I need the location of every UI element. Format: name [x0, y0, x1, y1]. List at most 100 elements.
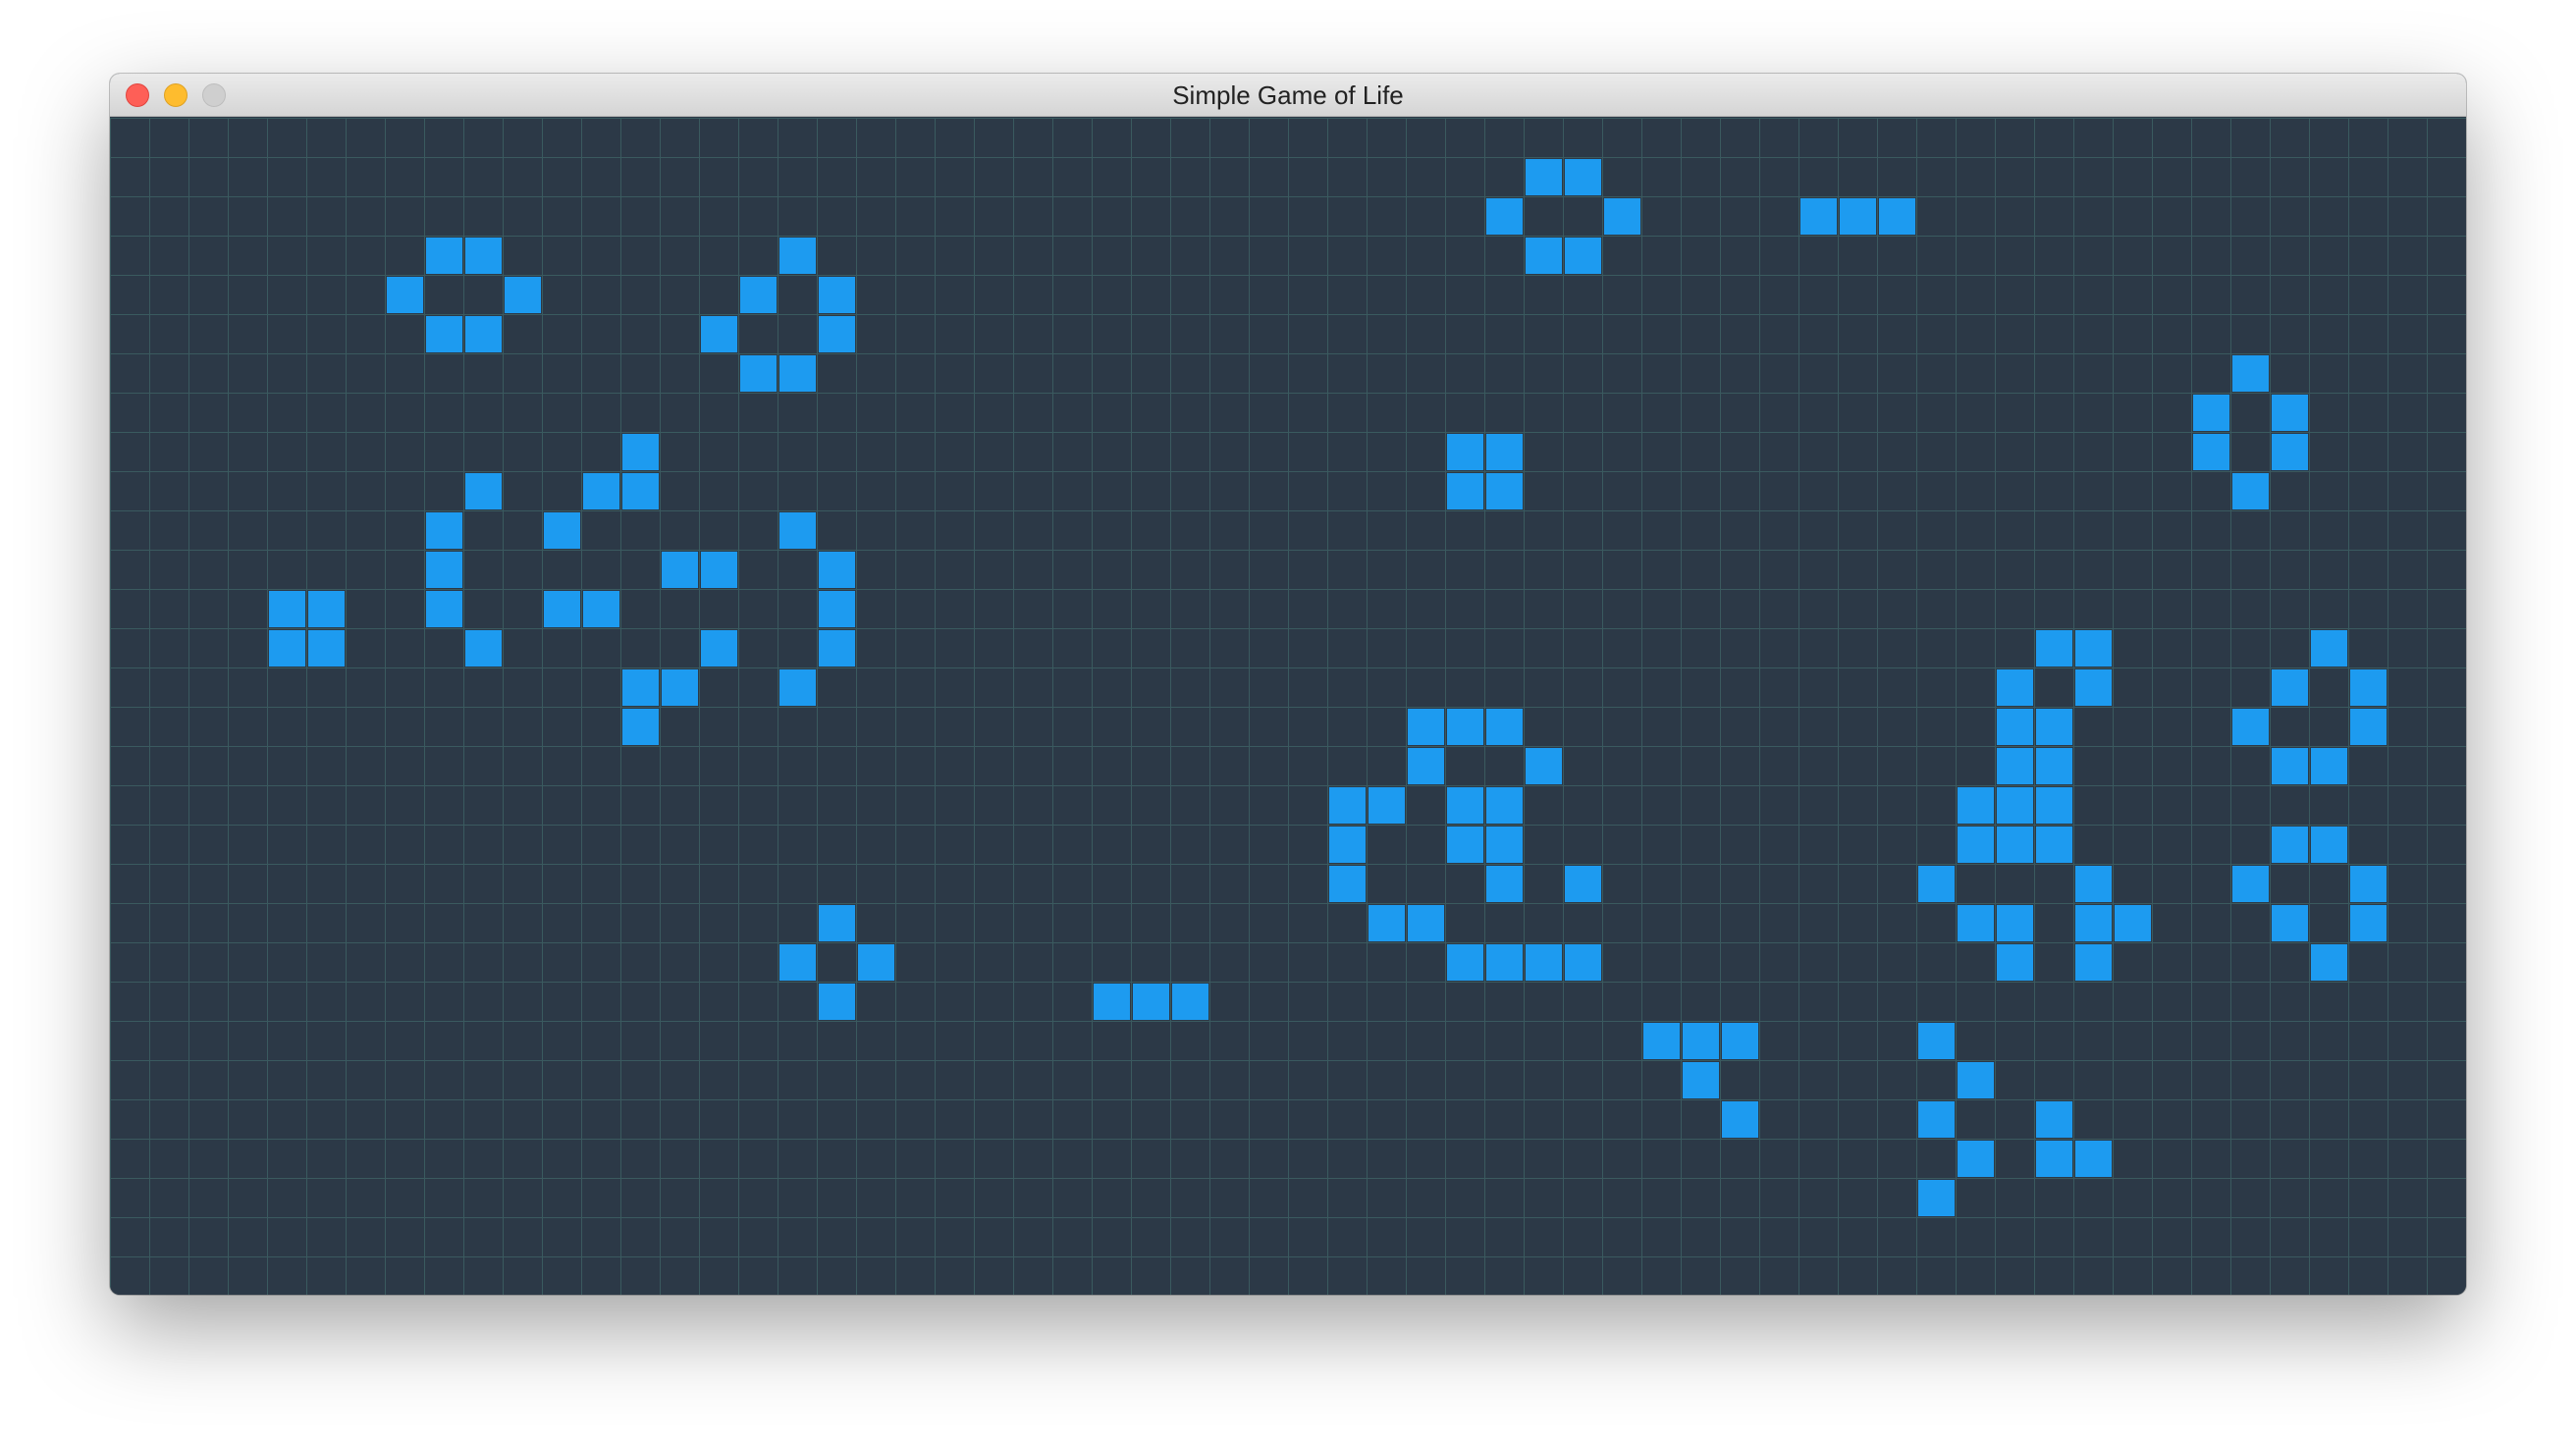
live-cell[interactable]	[2232, 473, 2269, 509]
live-cell[interactable]	[465, 316, 502, 352]
title-bar[interactable]: Simple Game of Life	[110, 74, 2466, 117]
live-cell[interactable]	[544, 591, 580, 627]
live-cell[interactable]	[308, 630, 345, 667]
live-cell[interactable]	[2311, 748, 2347, 784]
live-cell[interactable]	[1368, 905, 1405, 941]
live-cell[interactable]	[2075, 905, 2112, 941]
live-cell[interactable]	[1722, 1023, 1758, 1059]
live-cell[interactable]	[1447, 709, 1483, 745]
live-cell[interactable]	[1368, 787, 1405, 824]
live-cell[interactable]	[2075, 1141, 2112, 1177]
live-cell[interactable]	[701, 316, 737, 352]
live-cell[interactable]	[1997, 905, 2033, 941]
live-cell[interactable]	[2232, 709, 2269, 745]
live-cell[interactable]	[1800, 198, 1837, 235]
live-cell[interactable]	[819, 905, 855, 941]
live-cell[interactable]	[1643, 1023, 1680, 1059]
live-cell[interactable]	[2193, 395, 2229, 431]
live-cell[interactable]	[1565, 238, 1601, 274]
live-cell[interactable]	[2115, 905, 2151, 941]
live-cell[interactable]	[1565, 944, 1601, 981]
live-cell[interactable]	[2311, 827, 2347, 863]
live-cell[interactable]	[544, 512, 580, 549]
live-cell[interactable]	[2272, 395, 2308, 431]
live-cell[interactable]	[1997, 944, 2033, 981]
live-cell[interactable]	[1997, 748, 2033, 784]
live-cell[interactable]	[1565, 866, 1601, 902]
live-cell[interactable]	[2232, 866, 2269, 902]
live-cell[interactable]	[426, 591, 462, 627]
live-cell[interactable]	[2036, 827, 2072, 863]
live-cell[interactable]	[740, 355, 777, 392]
live-cell[interactable]	[2232, 355, 2269, 392]
live-cell[interactable]	[2272, 748, 2308, 784]
live-cell[interactable]	[1526, 159, 1562, 195]
live-cell[interactable]	[2075, 669, 2112, 706]
live-cell[interactable]	[819, 277, 855, 313]
live-cell[interactable]	[622, 473, 659, 509]
live-cell[interactable]	[1486, 198, 1523, 235]
live-cell[interactable]	[622, 709, 659, 745]
live-cell[interactable]	[1408, 905, 1444, 941]
live-cell[interactable]	[1447, 787, 1483, 824]
live-cell[interactable]	[2075, 944, 2112, 981]
live-cell[interactable]	[779, 512, 816, 549]
live-cell[interactable]	[1958, 905, 1994, 941]
live-cell[interactable]	[1997, 669, 2033, 706]
live-cell[interactable]	[2311, 630, 2347, 667]
live-cell[interactable]	[858, 944, 894, 981]
live-cell[interactable]	[819, 591, 855, 627]
live-cell[interactable]	[1997, 827, 2033, 863]
live-cell[interactable]	[2036, 630, 2072, 667]
live-cell[interactable]	[2350, 866, 2387, 902]
live-cell[interactable]	[2193, 434, 2229, 470]
live-cell[interactable]	[1918, 1101, 1955, 1138]
live-cell[interactable]	[465, 630, 502, 667]
live-cell[interactable]	[2311, 944, 2347, 981]
live-cell[interactable]	[1997, 787, 2033, 824]
live-cell[interactable]	[819, 552, 855, 588]
live-cell[interactable]	[1447, 473, 1483, 509]
live-cell[interactable]	[2272, 827, 2308, 863]
live-cell[interactable]	[308, 591, 345, 627]
live-cell[interactable]	[819, 316, 855, 352]
live-cell[interactable]	[1918, 1180, 1955, 1216]
live-cell[interactable]	[426, 512, 462, 549]
live-cell[interactable]	[2272, 669, 2308, 706]
live-cell[interactable]	[1486, 866, 1523, 902]
live-cell[interactable]	[2350, 709, 2387, 745]
game-board[interactable]	[110, 118, 2466, 1295]
live-cell[interactable]	[1447, 827, 1483, 863]
live-cell[interactable]	[1918, 1023, 1955, 1059]
live-cell[interactable]	[779, 355, 816, 392]
live-cell[interactable]	[1447, 944, 1483, 981]
live-cell[interactable]	[465, 473, 502, 509]
live-cell[interactable]	[1133, 984, 1169, 1020]
live-cell[interactable]	[622, 669, 659, 706]
live-cell[interactable]	[779, 669, 816, 706]
live-cell[interactable]	[2036, 787, 2072, 824]
live-cell[interactable]	[1408, 709, 1444, 745]
live-cell[interactable]	[819, 630, 855, 667]
live-cell[interactable]	[2075, 866, 2112, 902]
live-cell[interactable]	[1565, 159, 1601, 195]
live-cell[interactable]	[2036, 1101, 2072, 1138]
live-cell[interactable]	[740, 277, 777, 313]
live-cell[interactable]	[2075, 630, 2112, 667]
live-cell[interactable]	[701, 552, 737, 588]
live-cell[interactable]	[622, 434, 659, 470]
live-cell[interactable]	[426, 552, 462, 588]
live-cell[interactable]	[1958, 827, 1994, 863]
live-cell[interactable]	[1329, 827, 1366, 863]
live-cell[interactable]	[1683, 1062, 1719, 1098]
live-cell[interactable]	[819, 984, 855, 1020]
live-cell[interactable]	[1408, 748, 1444, 784]
live-cell[interactable]	[1526, 748, 1562, 784]
live-cell[interactable]	[1840, 198, 1876, 235]
live-cell[interactable]	[583, 473, 619, 509]
live-cell[interactable]	[269, 630, 305, 667]
live-cell[interactable]	[1486, 434, 1523, 470]
live-cell[interactable]	[1958, 1062, 1994, 1098]
live-cell[interactable]	[779, 944, 816, 981]
live-cell[interactable]	[1486, 787, 1523, 824]
